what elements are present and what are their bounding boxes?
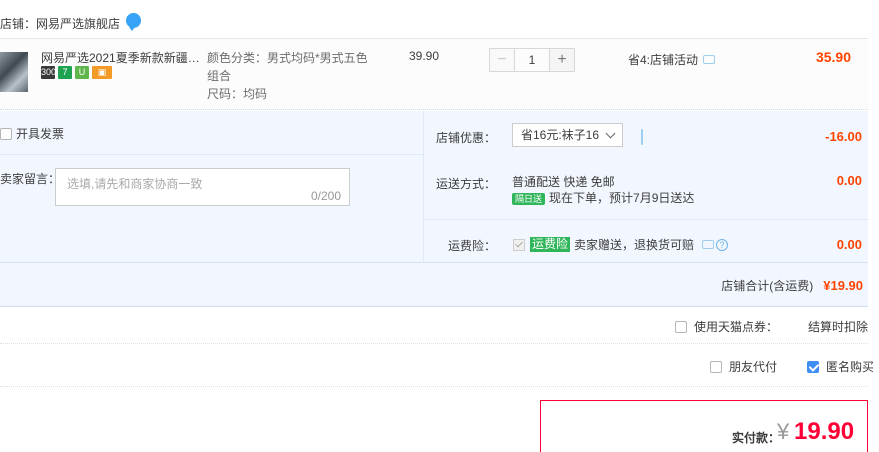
tmall-points-note: 结算时扣除 xyxy=(807,320,868,334)
shipping-label: 运送方式： xyxy=(435,177,496,191)
badge-icon: U xyxy=(75,66,89,79)
memo-placeholder: 选填,请先和商家协商一致 xyxy=(67,177,203,191)
shipping-method: 普通配送 快递 免邮 xyxy=(512,175,615,189)
shipping-amount: 0.00 xyxy=(836,173,862,188)
shop-total-value: ¥19.90 xyxy=(823,278,863,293)
anonymous-checkbox[interactable] xyxy=(807,360,819,373)
shop-name[interactable]: 店铺：网易严选旗舰店 xyxy=(0,15,120,32)
quantity-stepper: − 1 + xyxy=(489,48,575,72)
promotion: 省4:店铺活动 xyxy=(628,51,716,68)
payment-summary: 实付款： ¥ 19.90 xyxy=(540,400,868,452)
product-title[interactable]: 网易严选2021夏季新款新疆精... xyxy=(41,49,201,66)
quantity-input[interactable]: 1 xyxy=(515,48,549,72)
chat-icon[interactable] xyxy=(126,12,142,31)
friend-pay-checkbox[interactable] xyxy=(710,360,722,373)
divider xyxy=(424,219,868,220)
item-total: 35.90 xyxy=(815,49,851,65)
card-icon: ▣ xyxy=(92,66,112,79)
divider xyxy=(0,262,868,263)
promotion-label: 省4:店铺活动 xyxy=(628,53,699,67)
divider xyxy=(0,343,868,344)
currency-symbol: ¥ xyxy=(777,419,790,444)
quantity-decrease-button[interactable]: − xyxy=(489,48,515,72)
badge-icon: 7 xyxy=(58,66,72,79)
badge-icon: 300 xyxy=(41,66,57,79)
cart-item: 网易严选2021夏季新款新疆精... 300 7 U ▣ 颜色分类：男式均码*男… xyxy=(0,38,868,110)
chevron-down-icon xyxy=(605,128,616,139)
memo-label: 卖家留言： xyxy=(0,172,61,186)
shipping-eta-row: 隔日送 现在下单，预计7月9日送达 xyxy=(512,190,694,206)
next-day-badge: 隔日送 xyxy=(512,193,546,205)
unit-price: 39.90 xyxy=(409,49,440,63)
shop-total: 店铺合计(含运费) ¥19.90 xyxy=(721,277,863,294)
shipping-eta: 现在下单，预计7月9日送达 xyxy=(549,191,695,205)
invoice-option[interactable]: 开具发票 xyxy=(0,125,64,142)
service-badges: 300 7 U ▣ xyxy=(41,66,112,79)
friend-pay-label: 朋友代付 xyxy=(729,360,778,374)
divider xyxy=(0,386,868,387)
order-options-panel: 开具发票 卖家留言： 选填,请先和商家协商一致 0/200 店铺优惠： 省16元… xyxy=(0,111,868,307)
coupon-label: 店铺优惠： xyxy=(435,131,496,145)
product-thumbnail[interactable] xyxy=(0,52,28,92)
insurance-checkbox[interactable] xyxy=(513,238,525,251)
tmall-points-checkbox[interactable] xyxy=(674,320,687,333)
memo-textarea[interactable]: 选填,请先和商家协商一致 0/200 xyxy=(55,168,350,206)
help-icon[interactable]: ? xyxy=(716,238,729,251)
quantity-increase-button[interactable]: + xyxy=(549,48,575,72)
payment-amount: 19.90 xyxy=(794,418,855,445)
memo-char-count: 0/200 xyxy=(310,189,341,203)
anonymous-purchase-option[interactable]: 匿名购买 xyxy=(807,358,874,375)
invoice-checkbox[interactable] xyxy=(0,127,12,140)
sku-info: 颜色分类：男式均码*男式五色组合 尺码：均码 xyxy=(207,49,372,103)
shop-header: 店铺：网易严选旗舰店 xyxy=(0,12,142,34)
insurance-amount: 0.00 xyxy=(836,237,862,252)
divider xyxy=(0,154,423,155)
coupon-value: 省16元:袜子16 xyxy=(521,128,600,142)
insurance-text: 卖家赠送，退换货可赔 xyxy=(574,238,695,252)
sku-size: 尺码：均码 xyxy=(207,87,268,101)
invoice-label: 开具发票 xyxy=(16,127,65,141)
message-icon[interactable] xyxy=(641,129,643,145)
message-icon[interactable] xyxy=(702,240,715,249)
sku-color: 颜色分类：男式均码*男式五色组合 xyxy=(207,51,368,83)
tmall-points-row: 使用天猫点券： 结算时扣除 xyxy=(674,318,868,335)
shop-total-label: 店铺合计(含运费) xyxy=(721,279,814,293)
coupon-select[interactable]: 省16元:袜子16 xyxy=(512,123,623,147)
shipping-info: 普通配送 快递 免邮 隔日送 现在下单，预计7月9日送达 xyxy=(512,174,694,206)
payment-label: 实付款： xyxy=(732,431,781,445)
insurance-label: 运费险： xyxy=(447,239,496,253)
coupon-amount: -16.00 xyxy=(825,129,862,144)
insurance-badge: 运费险 xyxy=(530,237,571,252)
friend-pay-option[interactable]: 朋友代付 xyxy=(710,358,777,375)
insurance-info: 运费险 卖家赠送，退换货可赔 ? xyxy=(503,236,729,253)
message-icon[interactable] xyxy=(703,55,716,64)
anonymous-label: 匿名购买 xyxy=(826,360,875,374)
tmall-points-label: 使用天猫点券： xyxy=(693,320,778,334)
